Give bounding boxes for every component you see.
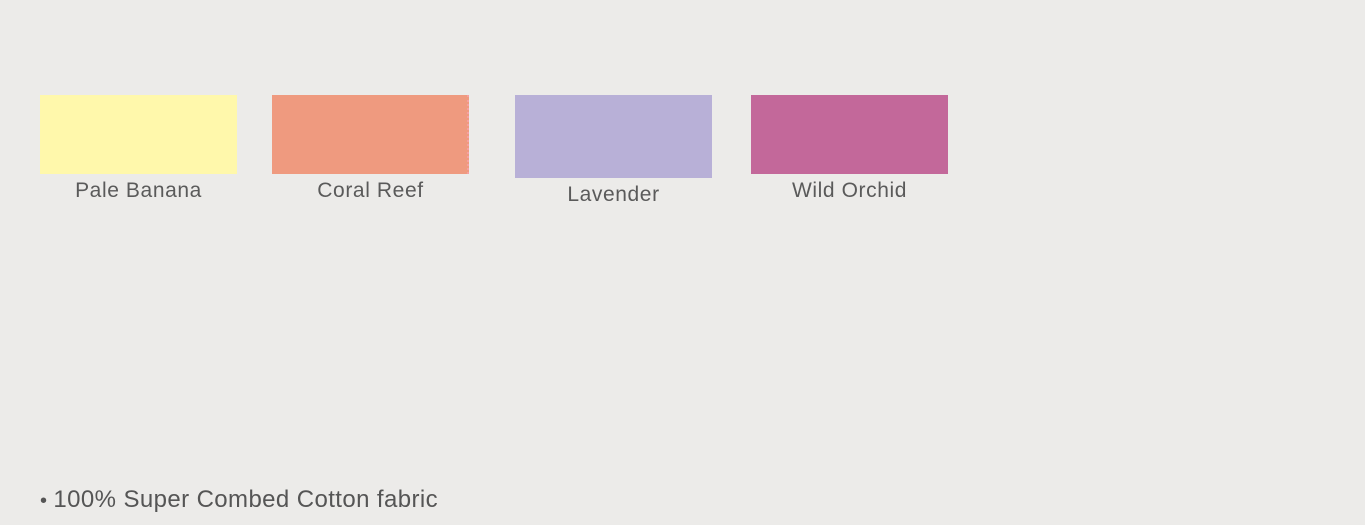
color-swatch-coral-reef[interactable]: Coral Reef (272, 95, 469, 203)
swatch-label: Lavender (567, 183, 660, 206)
swatch-label: Wild Orchid (791, 179, 908, 202)
swatch-label: Pale Banana (75, 179, 202, 202)
color-swatch-lavender[interactable]: Lavender (515, 95, 712, 207)
color-swatch-pale-banana[interactable]: Pale Banana (40, 95, 237, 203)
color-swatch-wild-orchid[interactable]: Wild Orchid (751, 95, 948, 203)
swatch-color-block[interactable] (40, 95, 237, 174)
swatch-color-block[interactable] (272, 95, 469, 174)
swatch-color-block[interactable] (515, 95, 712, 178)
feature-item: • 100% Super Combed Cotton fabric (40, 484, 438, 517)
feature-text: 100% Super Combed Cotton fabric (53, 486, 439, 513)
bullet-icon: • (40, 490, 48, 512)
product-features-list: • 100% Super Combed Cotton fabric (40, 484, 438, 517)
swatch-label: Coral Reef (317, 179, 424, 202)
swatch-color-block[interactable] (751, 95, 948, 174)
